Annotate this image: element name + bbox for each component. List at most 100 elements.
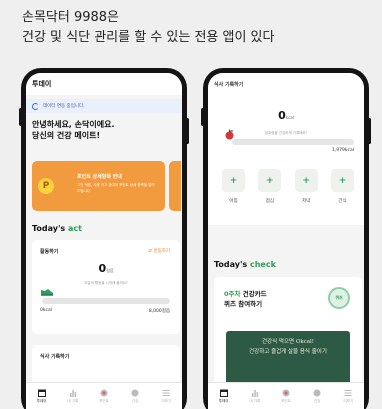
bar-chart-icon [69,390,76,397]
phone-right: 식사 기록하기 0kcal 섭취량을 건강하게 기록해요! 1,979kcal … [201,68,371,409]
nav-item-more[interactable]: 더보기 [153,389,179,409]
nav-item-more[interactable]: 더보기 [335,389,361,409]
today-screen: 투데이 데이터 연동 중입니다. 안녕하세요, 손닥이에요. 당신의 건강 메이… [26,73,182,409]
meal-record-card[interactable]: 식사 기록하기 [32,345,180,385]
chalkboard-line-2: 건강하고 즐겁게 살을 음식 줄이기 [249,349,327,355]
phone-left: 투데이 데이터 연동 중입니다. 안녕하세요, 손닥이에요. 당신의 건강 메이… [19,68,189,409]
step-count: 0걸음 [32,262,180,275]
chalkboard-image: 건강식 먹으면 Okcal! 건강하고 즐겁게 살을 음식 줄이기 [226,331,350,387]
step-progress-bar [42,298,170,304]
bottom-nav: 투데이 내 기록 포인트 건강 더보기 [208,382,364,409]
power-button [368,118,371,144]
meal-header: 식사 기록하기 [208,73,364,95]
bar-chart-icon [251,390,258,397]
next-banner-card[interactable] [169,161,181,211]
quiz-title-line2: 퀴즈 참여하기 [224,300,263,308]
refresh-icon [32,102,39,110]
headline: 손목닥터 9988은 건강 및 식단 관리를 할 수 있는 전용 앱이 있다 [22,8,274,48]
nav-item-points[interactable]: 포인트 [273,389,299,409]
exercise-link-label: 운동하기 [153,249,170,254]
nav-label-health: 건강 [131,399,139,403]
activity-card[interactable]: 활동하기 ⇄ 운동하기 0걸음 오늘의 활동을 시작해 볼까요? 0kcal 8… [32,240,180,334]
slot-label-lunch: 점심 [265,199,274,204]
exercise-link[interactable]: ⇄ 운동하기 [148,248,170,254]
nav-label-points: 포인트 [281,399,291,403]
nav-label-records: 내 기록 [67,399,79,403]
kcal-value: 0 [278,109,286,122]
calendar-icon [37,389,46,397]
meal-header-title: 식사 기록하기 [214,81,244,88]
slot-dinner[interactable]: + 저녁 [294,169,318,204]
step-value: 0 [98,262,107,275]
point-coin-icon: P [38,178,54,194]
add-breakfast-button[interactable]: + [222,169,245,192]
nav-item-today[interactable]: 투데이 [29,389,55,409]
activity-title: 활동하기 [40,249,59,255]
nav-label-today: 투데이 [218,399,229,403]
nav-label-health: 건강 [313,399,321,403]
today-act-accent: act [67,224,82,233]
menu-icon [344,390,352,396]
heart-icon [131,389,139,397]
quiz-title-accent: 0주차 [224,290,241,298]
page: 손목닥터 9988은 건강 및 식단 관리를 할 수 있는 전용 앱이 있다 투… [0,0,382,409]
power-button [186,118,189,144]
shoe-icon [41,289,53,296]
point-icon [100,389,108,397]
kcal-count: 0kcal [208,109,364,122]
today-act-heading: Today's act [32,224,82,233]
health-quiz-card[interactable]: 0주차 건강카드 퀴즈 참여하기 퀴즈 건강식 먹으면 Okcal! 건강하고 … [214,277,362,387]
headline-line-2: 건강 및 식단 관리를 할 수 있는 전용 앱이 있다 [22,30,275,45]
today-check-accent: check [249,260,276,269]
slot-label-breakfast: 아침 [229,199,238,204]
meal-slots: + 아침 + 점심 + 저녁 + 간식 [222,169,354,204]
kcal-unit: kcal [285,115,294,120]
greeting-line-1: 안녕하세요, 손닥이에요. [32,120,115,129]
add-lunch-button[interactable]: + [258,169,282,192]
activity-min-label: 0kcal [40,308,52,313]
nav-label-more: 더보기 [343,399,354,403]
meal-card-title: 식사 기록하기 [40,354,70,360]
nav-item-points[interactable]: 포인트 [91,389,117,409]
quiz-badge-icon: 퀴즈 [328,287,350,309]
greeting: 안녕하세요, 손닥이에요. 당신의 건강 메이트! [26,113,182,141]
nav-item-health[interactable]: 건강 [122,389,148,409]
volume-button [201,108,204,126]
quiz-title-rest: 건강카드 [240,290,267,298]
add-dinner-button[interactable]: + [294,169,318,192]
greeting-line-2: 당신의 건강 메이트! [32,131,101,140]
slot-label-snack: 간식 [338,199,347,204]
nav-item-records[interactable]: 내 기록 [60,389,86,409]
slot-lunch[interactable]: + 점심 [258,169,282,204]
bottom-nav: 투데이 내 기록 포인트 건강 더보기 [26,382,182,409]
nav-item-records[interactable]: 내 기록 [242,389,268,409]
slot-breakfast[interactable]: + 아침 [222,169,245,204]
point-card-desc: 그간 적립, 사용 이고 참여하 포인트 상세 항목을 알려드립니다 [77,183,155,193]
chalkboard-text: 건강식 먹으면 Okcal! 건강하고 즐겁게 살을 음식 줄이기 [226,337,350,357]
volume-button [19,108,22,126]
slot-snack[interactable]: + 간식 [330,169,354,204]
nav-label-today: 투데이 [36,399,47,403]
kcal-progress-bar [232,139,354,145]
activity-hint: 오늘의 활동을 시작해 볼까요? [84,281,128,285]
sync-status-bar: 데이터 연동 중입니다. [26,99,182,113]
chalkboard-line-1: 건강식 먹으면 Okcal! [261,339,315,345]
add-snack-button[interactable]: + [330,169,354,192]
sync-text: 데이터 연동 중입니다. [43,104,85,109]
today-check-prefix: Today's [214,260,250,269]
meal-screen: 식사 기록하기 0kcal 섭취량을 건강하게 기록해요! 1,979kcal … [208,73,364,409]
nav-item-health[interactable]: 건강 [304,389,330,409]
kcal-hint: 섭취량을 건강하게 기록해요! [264,131,308,135]
headline-line-1: 손목닥터 9988은 [22,10,120,25]
nav-label-points: 포인트 [99,399,109,403]
meal-panel: 0kcal 섭취량을 건강하게 기록해요! 1,979kcal + 아침 + 점… [208,95,364,225]
step-unit: 걸음 [106,268,114,273]
point-info-card[interactable]: P 포인트 상세항목 안내 그간 적립, 사용 이고 참여하 포인트 상세 항목… [32,161,165,211]
today-act-prefix: Today's [32,224,68,233]
activity-max-label: 8,000걸음 [148,309,170,314]
heart-icon [313,389,321,397]
calendar-icon [219,389,228,397]
nav-item-today[interactable]: 투데이 [211,389,237,409]
nav-label-more: 더보기 [161,399,172,403]
menu-icon [162,390,170,396]
